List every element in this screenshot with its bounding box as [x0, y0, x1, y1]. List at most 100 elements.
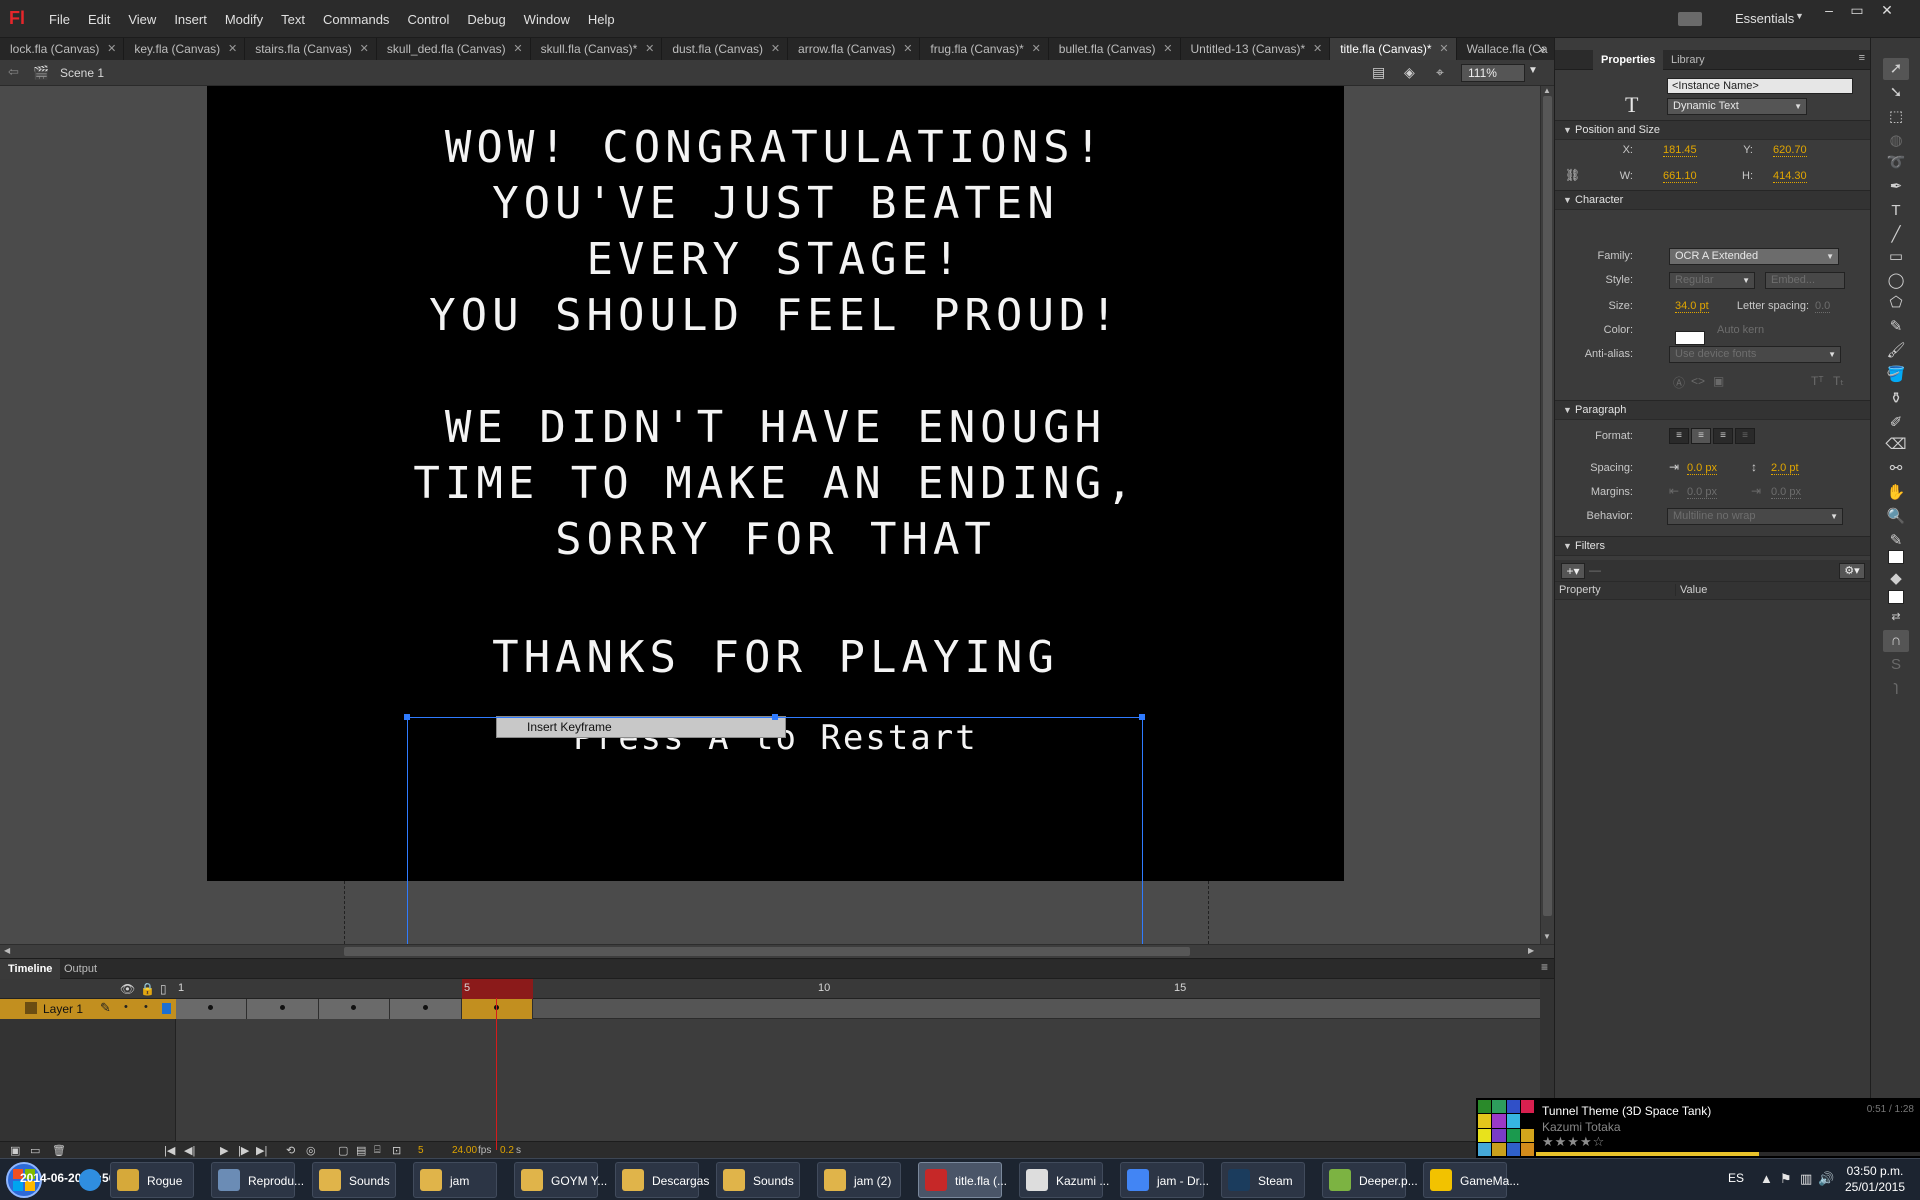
elapsed-field[interactable]: 0.2 — [500, 1145, 514, 1156]
outline-icon[interactable]: ▯ — [160, 982, 167, 996]
align-center-icon[interactable]: ≡ — [1691, 428, 1711, 444]
scroll-up-icon[interactable]: ▲ — [1543, 86, 1551, 95]
onion-skin-icon[interactable]: ◎ — [306, 1144, 316, 1157]
volume-icon[interactable]: 🔊 — [1818, 1171, 1834, 1187]
stroke-color-icon[interactable]: ✎ — [1883, 530, 1909, 552]
frames-row[interactable] — [176, 999, 1540, 1019]
close-icon[interactable]: ✕ — [903, 38, 912, 60]
new-folder-icon[interactable]: ▭ — [30, 1144, 40, 1157]
close-icon[interactable]: ✕ — [360, 38, 369, 60]
taskbar-app-button[interactable]: GameMa... — [1423, 1162, 1519, 1198]
swap-colors-icon[interactable]: ⇄ — [1883, 606, 1909, 628]
menu-control[interactable]: Control — [398, 12, 458, 27]
menu-view[interactable]: View — [119, 12, 165, 27]
close-icon[interactable]: ✕ — [1439, 38, 1448, 60]
instance-name-input[interactable]: <Instance Name> — [1667, 78, 1853, 94]
zoom-tool-icon[interactable]: 🔍 — [1883, 506, 1909, 528]
doc-tab[interactable]: dust.fla (Canvas) ✕ — [662, 38, 789, 60]
taskbar-app-button[interactable]: Deeper.p... — [1322, 1162, 1418, 1198]
text-tool-icon[interactable]: T — [1883, 200, 1909, 222]
menu-text[interactable]: Text — [272, 12, 314, 27]
text-color-swatch[interactable] — [1675, 331, 1705, 345]
tabs-overflow-icon[interactable]: » — [1530, 38, 1554, 60]
scroll-left-icon[interactable]: ◀ — [4, 946, 10, 955]
doc-tab[interactable]: arrow.fla (Canvas) ✕ — [788, 38, 921, 60]
margin-left-value[interactable]: 0.0 px — [1687, 486, 1717, 499]
onion-markers-icon[interactable]: ⌸ — [374, 1144, 381, 1157]
close-icon[interactable]: ✕ — [1313, 38, 1322, 60]
next-frame-icon[interactable]: |▶ — [238, 1144, 249, 1157]
horizontal-scrollbar[interactable]: ◀ ▶ — [0, 944, 1554, 958]
taskbar-app-button[interactable]: Descargas — [615, 1162, 709, 1198]
layer-row[interactable]: Layer 1 ✎ • • — [0, 999, 176, 1019]
timeline-frame-grid[interactable] — [176, 1019, 1540, 1141]
line-tool-icon[interactable]: ╱ — [1883, 224, 1909, 246]
doc-tab[interactable]: skull_ded.fla (Canvas) ✕ — [377, 38, 531, 60]
free-transform-tool-icon[interactable]: ⬚ — [1883, 106, 1909, 128]
brush-tool-icon[interactable]: 🖌 — [1883, 340, 1909, 362]
keyframe-span[interactable] — [390, 999, 462, 1019]
taskbar-app-button[interactable]: GOYM Y... — [514, 1162, 607, 1198]
letter-spacing-value[interactable]: 0.0 — [1815, 300, 1831, 313]
doc-tab[interactable]: title.fla (Canvas)* ✕ — [1330, 38, 1457, 60]
taskbar-app-button[interactable]: jam (2) — [817, 1162, 901, 1198]
doc-tab[interactable]: lock.fla (Canvas) ✕ — [0, 38, 125, 60]
keyframe-span[interactable] — [319, 999, 390, 1019]
eyedropper-tool-icon[interactable]: ✐ — [1883, 412, 1909, 434]
margin-right-value[interactable]: 0.0 px — [1771, 486, 1801, 499]
link-icon[interactable]: ⛓ — [1565, 168, 1580, 182]
close-icon[interactable]: ✕ — [771, 38, 780, 60]
menu-edit[interactable]: Edit — [79, 12, 119, 27]
panel-menu-icon[interactable]: ≡ — [1859, 52, 1865, 64]
tab-timeline[interactable]: Timeline — [0, 959, 61, 979]
doc-tab[interactable]: key.fla (Canvas) ✕ — [124, 38, 246, 60]
clock-time[interactable]: 03:50 p.m. — [1840, 1164, 1910, 1178]
fps-field[interactable]: 24.00 — [452, 1145, 477, 1156]
close-button[interactable]: ✕ — [1876, 2, 1898, 18]
ie-icon[interactable] — [72, 1162, 104, 1198]
close-icon[interactable]: ✕ — [645, 38, 654, 60]
close-icon[interactable]: ✕ — [107, 38, 116, 60]
lock-dot[interactable]: • — [144, 1001, 148, 1013]
taskbar-app-button[interactable]: jam — [413, 1162, 497, 1198]
doc-tab[interactable]: bullet.fla (Canvas) ✕ — [1049, 38, 1181, 60]
panel-menu-icon[interactable]: ≡ — [1541, 960, 1548, 974]
menu-help[interactable]: Help — [579, 12, 624, 27]
align-right-icon[interactable]: ≡ — [1713, 428, 1733, 444]
eye-icon[interactable]: 👁 — [120, 982, 135, 996]
stroke-color-swatch[interactable] — [1888, 550, 1904, 564]
doc-tab[interactable]: frug.fla (Canvas)* ✕ — [920, 38, 1049, 60]
resize-handle[interactable] — [772, 714, 778, 720]
section-character[interactable]: ▼ Character — [1555, 190, 1871, 210]
visibility-dot[interactable]: • — [124, 1001, 128, 1013]
tab-output[interactable]: Output — [56, 959, 105, 979]
filters-col-value[interactable]: Value — [1675, 584, 1707, 596]
keyframe-span[interactable] — [247, 999, 319, 1019]
text-type-select[interactable]: Dynamic Text ▼ — [1667, 98, 1807, 115]
edit-scene-icon[interactable]: ▤ — [1372, 64, 1385, 81]
current-frame-field[interactable]: 5 — [418, 1145, 424, 1156]
tab-library[interactable]: Library — [1663, 50, 1713, 70]
section-position-size[interactable]: ▼ Position and Size — [1555, 120, 1871, 140]
layer-name[interactable]: Layer 1 — [43, 1002, 83, 1016]
paint-bucket-tool-icon[interactable]: 🪣 — [1883, 364, 1909, 386]
resize-handle[interactable] — [404, 714, 410, 720]
doc-tab[interactable]: stairs.fla (Canvas) ✕ — [245, 38, 377, 60]
taskbar-app-button[interactable]: Rogue — [110, 1162, 194, 1198]
music-player-widget[interactable]: Tunnel Theme (3D Space Tank) Kazumi Tota… — [1476, 1098, 1920, 1158]
ink-bottle-tool-icon[interactable]: ⚱ — [1883, 388, 1909, 410]
section-filters[interactable]: ▼ Filters — [1555, 536, 1871, 556]
network-icon[interactable]: ▥ — [1800, 1171, 1812, 1187]
eraser-tool-icon[interactable]: ⌫ — [1883, 434, 1909, 456]
timeline-ruler[interactable]: 1 5 10 15 — [176, 979, 1540, 999]
line-spacing-value[interactable]: 2.0 pt — [1771, 462, 1799, 475]
last-frame-icon[interactable]: ▶| — [256, 1144, 267, 1157]
taskbar-app-button[interactable]: Kazumi ... — [1019, 1162, 1109, 1198]
close-icon[interactable]: ✕ — [1163, 38, 1172, 60]
close-icon[interactable]: ✕ — [228, 38, 237, 60]
back-arrow-icon[interactable]: ⇦ — [8, 64, 19, 80]
menu-modify[interactable]: Modify — [216, 12, 272, 27]
menu-file[interactable]: File — [40, 12, 79, 27]
minimize-button[interactable]: – — [1818, 2, 1840, 18]
section-paragraph[interactable]: ▼ Paragraph — [1555, 400, 1871, 420]
